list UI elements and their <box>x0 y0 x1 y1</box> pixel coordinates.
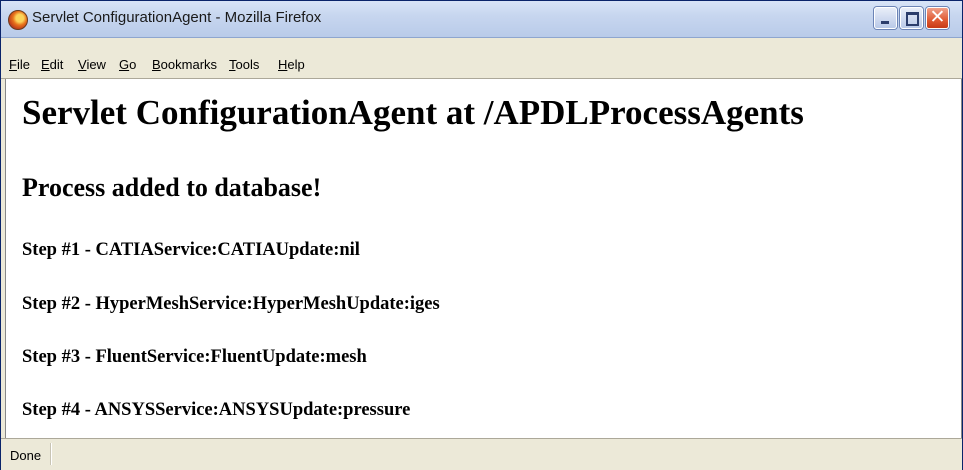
close-button[interactable]: ✕ <box>926 7 949 29</box>
firefox-icon <box>8 10 28 30</box>
menu-file[interactable]: File <box>9 57 30 72</box>
menu-tools[interactable]: Tools <box>229 57 259 72</box>
status-bar: Done <box>1 438 962 470</box>
maximize-button[interactable] <box>900 7 923 29</box>
step-line: Step #1 - CATIAService:CATIAUpdate:nil <box>22 240 360 260</box>
step-line: Step #3 - FluentService:FluentUpdate:mes… <box>22 347 367 367</box>
page-subheading: Process added to database! <box>22 173 322 202</box>
menu-go[interactable]: Go <box>119 57 136 72</box>
page-heading: Servlet ConfigurationAgent at /APDLProce… <box>22 93 804 132</box>
title-bar[interactable]: Servlet ConfigurationAgent - Mozilla Fir… <box>1 1 962 38</box>
menu-view[interactable]: View <box>78 57 106 72</box>
status-text: Done <box>10 448 42 463</box>
window-title: Servlet ConfigurationAgent - Mozilla Fir… <box>32 9 322 26</box>
menu-bookmarks[interactable]: Bookmarks <box>152 57 217 72</box>
menu-help[interactable]: Help <box>278 57 305 72</box>
minimize-button[interactable] <box>874 7 897 29</box>
step-line: Step #4 - ANSYSService:ANSYSUpdate:press… <box>22 400 411 420</box>
menu-bar: File Edit View Go Bookmarks Tools Help <box>1 52 962 79</box>
step-line: Step #2 - HyperMeshService:HyperMeshUpda… <box>22 294 440 314</box>
close-icon: ✕ <box>929 7 946 28</box>
status-divider <box>50 443 52 465</box>
browser-window: Servlet ConfigurationAgent - Mozilla Fir… <box>0 0 963 470</box>
menu-edit[interactable]: Edit <box>41 57 63 72</box>
toolbar-gap <box>1 38 962 52</box>
